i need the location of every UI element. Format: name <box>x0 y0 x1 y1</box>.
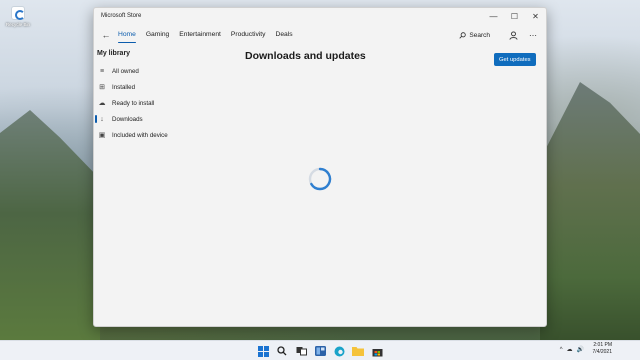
onedrive-icon[interactable]: ☁ <box>567 346 573 353</box>
search-label: Search <box>469 31 490 39</box>
edge-icon[interactable] <box>332 344 346 358</box>
store-window: Microsoft Store — ☐ ✕ ← Home Gaming Ente… <box>93 7 547 327</box>
bag-icon: ▣ <box>98 132 106 139</box>
sidebar-item-label: Included with device <box>112 131 168 139</box>
tab-gaming[interactable]: Gaming <box>146 24 169 46</box>
system-tray: ^ ☁ 🔊 <box>556 346 584 354</box>
sidebar-item-included-with-device[interactable]: ▣ Included with device <box>94 127 184 143</box>
tab-productivity[interactable]: Productivity <box>231 24 266 46</box>
library-sidebar: My library ≡ All owned ⊞ Installed ☁ Rea… <box>94 46 184 143</box>
chevron-up-icon[interactable]: ^ <box>560 347 563 353</box>
loading-spinner-icon <box>308 167 332 191</box>
desktop-icon-label: Recycle Bin <box>5 22 31 27</box>
page-title: Downloads and updates <box>245 50 366 62</box>
store-icon[interactable] <box>370 344 384 358</box>
sidebar-item-label: Installed <box>112 83 136 91</box>
tab-deals[interactable]: Deals <box>275 24 292 46</box>
tab-home[interactable]: Home <box>118 24 136 46</box>
maximize-button[interactable]: ☐ <box>504 8 525 24</box>
taskbar-clock[interactable]: 2:01 PM 7/4/2021 <box>590 342 612 356</box>
task-view-icon[interactable] <box>294 344 308 358</box>
taskbar: ^ ☁ 🔊 2:01 PM 7/4/2021 <box>0 340 640 360</box>
top-nav: ← Home Gaming Entertainment Productivity… <box>94 24 546 46</box>
get-updates-button[interactable]: Get updates <box>494 53 536 66</box>
clock-date: 7/4/2021 <box>592 349 612 355</box>
sidebar-item-ready-to-install[interactable]: ☁ Ready to install <box>94 95 184 111</box>
sidebar-item-label: Downloads <box>112 115 143 123</box>
window-title: Microsoft Store <box>101 13 142 19</box>
widgets-icon[interactable] <box>313 344 327 358</box>
desktop-icon-recycle-bin[interactable]: Recycle Bin <box>3 6 33 27</box>
library-heading: My library <box>97 50 131 57</box>
person-icon <box>508 30 518 40</box>
sidebar-item-label: All owned <box>112 67 139 75</box>
download-icon: ↓ <box>100 115 104 123</box>
sidebar-item-downloads[interactable]: ↓ Downloads <box>94 111 184 127</box>
windows-logo-icon <box>257 345 269 357</box>
volume-icon[interactable]: 🔊 <box>577 346 584 353</box>
folder-icon <box>352 347 364 356</box>
widgets-glyph-icon <box>314 346 326 356</box>
recycle-bin-icon <box>11 6 25 20</box>
shopping-bag-icon <box>372 348 382 356</box>
edge-browser-icon <box>334 346 344 356</box>
sidebar-item-all-owned[interactable]: ≡ All owned <box>94 63 184 79</box>
close-button[interactable]: ✕ <box>525 8 546 24</box>
more-options-button[interactable]: ⋯ <box>526 28 540 42</box>
task-view-glyph-icon <box>296 347 307 356</box>
nav-actions: Search ⋯ <box>459 24 540 46</box>
magnifier-icon <box>277 346 287 356</box>
file-explorer-icon[interactable] <box>351 344 365 358</box>
tab-entertainment[interactable]: Entertainment <box>179 24 221 46</box>
cloud-icon: ☁ <box>98 100 106 107</box>
search-icon[interactable] <box>275 344 289 358</box>
search-icon <box>459 31 467 39</box>
start-icon[interactable] <box>256 344 270 358</box>
search-button[interactable]: Search <box>459 32 490 39</box>
stack-icon: ≡ <box>99 67 105 75</box>
sidebar-item-installed[interactable]: ⊞ Installed <box>94 79 184 95</box>
main-content: My library ≡ All owned ⊞ Installed ☁ Rea… <box>94 46 546 326</box>
back-button[interactable]: ← <box>98 27 114 43</box>
account-button[interactable] <box>506 28 520 42</box>
title-bar[interactable]: Microsoft Store — ☐ ✕ <box>94 8 546 24</box>
clock-time: 2:01 PM <box>593 342 612 348</box>
grid-icon: ⊞ <box>99 84 105 91</box>
minimize-button[interactable]: — <box>483 8 504 24</box>
sidebar-item-label: Ready to install <box>112 99 155 107</box>
taskbar-apps <box>256 344 389 358</box>
